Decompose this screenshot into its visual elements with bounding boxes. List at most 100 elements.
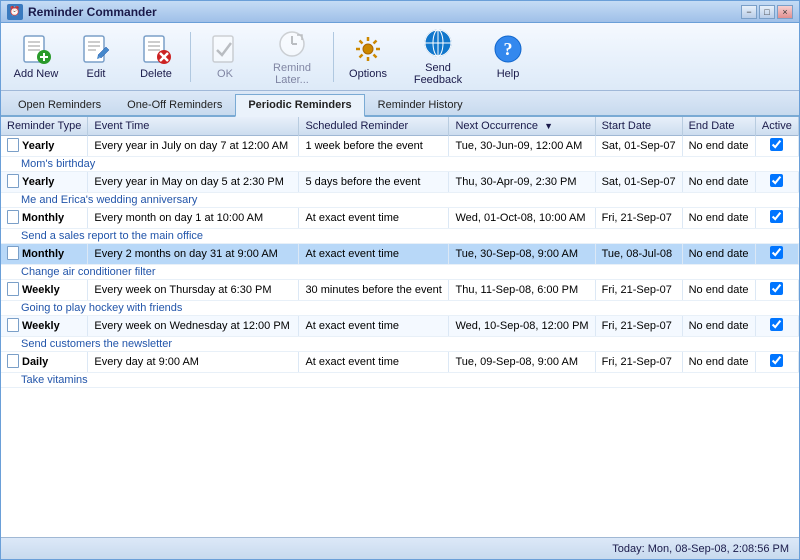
cell-start-date: Fri, 21-Sep-07 bbox=[595, 208, 682, 229]
table-row[interactable]: Weekly Every week on Thursday at 6:30 PM… bbox=[1, 280, 799, 301]
help-button[interactable]: ? Help bbox=[479, 28, 537, 86]
send-feedback-icon bbox=[422, 27, 454, 59]
cell-start-date: Tue, 08-Jul-08 bbox=[595, 244, 682, 265]
cell-start-date: Fri, 21-Sep-07 bbox=[595, 316, 682, 337]
help-icon: ? bbox=[492, 33, 524, 65]
active-checkbox[interactable] bbox=[770, 282, 783, 295]
cell-event-time: Every month on day 1 at 10:00 AM bbox=[88, 208, 299, 229]
doc-icon bbox=[7, 318, 19, 332]
col-start-date[interactable]: Start Date bbox=[595, 117, 682, 136]
table-row[interactable]: Daily Every day at 9:00 AM At exact even… bbox=[1, 352, 799, 373]
table-row[interactable]: Yearly Every year in May on day 5 at 2:3… bbox=[1, 172, 799, 193]
table-header-row: Reminder Type Event Time Scheduled Remin… bbox=[1, 117, 799, 136]
ok-label: OK bbox=[217, 68, 233, 80]
app-icon: ⏰ bbox=[7, 4, 23, 20]
active-checkbox[interactable] bbox=[770, 174, 783, 187]
col-active[interactable]: Active bbox=[755, 117, 798, 136]
cell-active[interactable] bbox=[755, 352, 798, 373]
cell-start-date: Fri, 21-Sep-07 bbox=[595, 352, 682, 373]
col-reminder-type[interactable]: Reminder Type bbox=[1, 117, 88, 136]
ok-button[interactable]: OK bbox=[196, 28, 254, 86]
col-event-time[interactable]: Event Time bbox=[88, 117, 299, 136]
close-button[interactable]: × bbox=[777, 5, 793, 19]
active-checkbox[interactable] bbox=[770, 354, 783, 367]
main-window: ⏰ Reminder Commander − □ × Ad bbox=[0, 0, 800, 560]
options-button[interactable]: Options bbox=[339, 28, 397, 86]
cell-active[interactable] bbox=[755, 316, 798, 337]
reminders-table: Reminder Type Event Time Scheduled Remin… bbox=[1, 117, 799, 388]
cell-type: Daily bbox=[1, 352, 88, 373]
cell-scheduled: 1 week before the event bbox=[299, 136, 449, 157]
restore-button[interactable]: □ bbox=[759, 5, 775, 19]
remind-later-button[interactable]: Remind Later... bbox=[256, 28, 328, 86]
cell-scheduled: 30 minutes before the event bbox=[299, 280, 449, 301]
cell-start-date: Fri, 21-Sep-07 bbox=[595, 280, 682, 301]
active-checkbox[interactable] bbox=[770, 246, 783, 259]
cell-scheduled: At exact event time bbox=[299, 244, 449, 265]
col-next-occurrence[interactable]: Next Occurrence ▼ bbox=[449, 117, 595, 136]
status-bar: Today: Mon, 08-Sep-08, 2:08:56 PM bbox=[1, 537, 799, 559]
edit-button[interactable]: Edit bbox=[67, 28, 125, 86]
doc-icon bbox=[7, 138, 19, 152]
reminders-table-container: Reminder Type Event Time Scheduled Remin… bbox=[1, 117, 799, 537]
tab-reminder-history[interactable]: Reminder History bbox=[365, 94, 476, 115]
cell-next-occ: Wed, 10-Sep-08, 12:00 PM bbox=[449, 316, 595, 337]
cell-active[interactable] bbox=[755, 172, 798, 193]
cell-active[interactable] bbox=[755, 208, 798, 229]
add-new-button[interactable]: Add New bbox=[7, 28, 65, 86]
cell-event-time: Every week on Wednesday at 12:00 PM bbox=[88, 316, 299, 337]
tab-one-off-reminders[interactable]: One-Off Reminders bbox=[114, 94, 235, 115]
add-new-label: Add New bbox=[14, 68, 59, 80]
delete-button[interactable]: Delete bbox=[127, 28, 185, 86]
cell-event-time: Every year in July on day 7 at 12:00 AM bbox=[88, 136, 299, 157]
table-row[interactable]: Weekly Every week on Wednesday at 12:00 … bbox=[1, 316, 799, 337]
cell-scheduled: At exact event time bbox=[299, 208, 449, 229]
cell-active[interactable] bbox=[755, 136, 798, 157]
send-feedback-button[interactable]: Send Feedback bbox=[399, 28, 477, 86]
cell-type: Weekly bbox=[1, 316, 88, 337]
add-new-icon bbox=[20, 33, 52, 65]
table-row[interactable]: Yearly Every year in July on day 7 at 12… bbox=[1, 136, 799, 157]
active-checkbox[interactable] bbox=[770, 210, 783, 223]
cell-type: Monthly bbox=[1, 208, 88, 229]
help-label: Help bbox=[497, 68, 520, 80]
list-item: Change air conditioner filter bbox=[1, 265, 799, 280]
table-row[interactable]: Monthly Every 2 months on day 31 at 9:00… bbox=[1, 244, 799, 265]
svg-text:?: ? bbox=[504, 39, 513, 59]
sub-label: Mom's birthday bbox=[1, 157, 799, 172]
minimize-button[interactable]: − bbox=[741, 5, 757, 19]
table-row[interactable]: Monthly Every month on day 1 at 10:00 AM… bbox=[1, 208, 799, 229]
cell-next-occ: Tue, 09-Sep-08, 9:00 AM bbox=[449, 352, 595, 373]
sub-label: Change air conditioner filter bbox=[1, 265, 799, 280]
tab-periodic-reminders[interactable]: Periodic Reminders bbox=[235, 94, 364, 117]
list-item: Mom's birthday bbox=[1, 157, 799, 172]
tab-open-reminders[interactable]: Open Reminders bbox=[5, 94, 114, 115]
cell-event-time: Every 2 months on day 31 at 9:00 AM bbox=[88, 244, 299, 265]
cell-end-date: No end date bbox=[682, 352, 755, 373]
edit-label: Edit bbox=[87, 68, 106, 80]
sub-label: Send a sales report to the main office bbox=[1, 229, 799, 244]
cell-next-occ: Wed, 01-Oct-08, 10:00 AM bbox=[449, 208, 595, 229]
sub-label: Me and Erica's wedding anniversary bbox=[1, 193, 799, 208]
cell-active[interactable] bbox=[755, 280, 798, 301]
col-scheduled-reminder[interactable]: Scheduled Reminder bbox=[299, 117, 449, 136]
title-bar: ⏰ Reminder Commander − □ × bbox=[1, 1, 799, 23]
cell-scheduled: At exact event time bbox=[299, 352, 449, 373]
col-end-date[interactable]: End Date bbox=[682, 117, 755, 136]
active-checkbox[interactable] bbox=[770, 318, 783, 331]
status-today-label: Today: bbox=[612, 543, 644, 555]
active-checkbox[interactable] bbox=[770, 138, 783, 151]
doc-icon bbox=[7, 282, 19, 296]
toolbar-sep-2 bbox=[333, 32, 334, 82]
cell-end-date: No end date bbox=[682, 316, 755, 337]
cell-next-occ: Tue, 30-Sep-08, 9:00 AM bbox=[449, 244, 595, 265]
table-body: Yearly Every year in July on day 7 at 12… bbox=[1, 136, 799, 388]
delete-icon bbox=[140, 33, 172, 65]
doc-icon bbox=[7, 246, 19, 260]
cell-event-time: Every week on Thursday at 6:30 PM bbox=[88, 280, 299, 301]
doc-icon bbox=[7, 354, 19, 368]
sort-arrow-next-occurrence: ▼ bbox=[544, 121, 553, 131]
cell-type: Weekly bbox=[1, 280, 88, 301]
cell-active[interactable] bbox=[755, 244, 798, 265]
cell-end-date: No end date bbox=[682, 172, 755, 193]
